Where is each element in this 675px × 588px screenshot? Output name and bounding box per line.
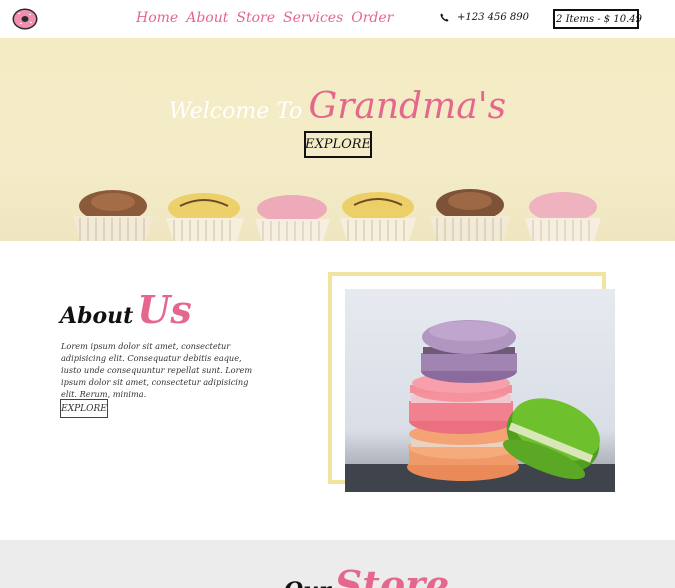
cart-summary: 2 Items - $ 10.49 (556, 13, 642, 25)
nav-link-store[interactable]: Store (236, 10, 275, 26)
about-description: Lorem ipsum dolor sit amet, consectetur … (61, 341, 253, 399)
donut-logo-icon[interactable] (12, 8, 38, 30)
cupcakes-image (73, 189, 601, 241)
store-heading-word: Our (284, 578, 331, 588)
main-nav: Home About Store Services Order (136, 10, 393, 26)
phone-contact[interactable]: +123 456 890 (440, 12, 529, 23)
hero-banner: Welcome To Grandma's EXPLORE (0, 38, 675, 241)
macarons-image (345, 289, 615, 492)
phone-number: +123 456 890 (457, 12, 529, 23)
nav-link-order[interactable]: Order (351, 10, 393, 26)
hero-explore-button[interactable]: EXPLORE (304, 131, 372, 158)
store-heading: OurStore (284, 562, 449, 588)
store-heading-accent: Store (334, 562, 450, 588)
about-explore-button[interactable]: EXPLORE (60, 399, 108, 418)
hero-welcome-text: Welcome To (168, 99, 303, 124)
hero-title: Welcome To Grandma's (0, 86, 675, 127)
store-section: OurStore (0, 540, 675, 588)
nav-link-services[interactable]: Services (283, 10, 343, 26)
about-heading-word: About (60, 303, 134, 329)
phone-icon (440, 13, 449, 22)
nav-link-home[interactable]: Home (136, 10, 178, 26)
nav-link-about[interactable]: About (186, 10, 228, 26)
cart-button[interactable]: 2 Items - $ 10.49 (553, 9, 642, 29)
hero-brand-name: Grandma's (308, 86, 507, 127)
about-heading: About Us (60, 287, 192, 332)
about-heading-accent: Us (137, 287, 192, 332)
navbar: Home About Store Services Order +123 456… (0, 0, 675, 38)
